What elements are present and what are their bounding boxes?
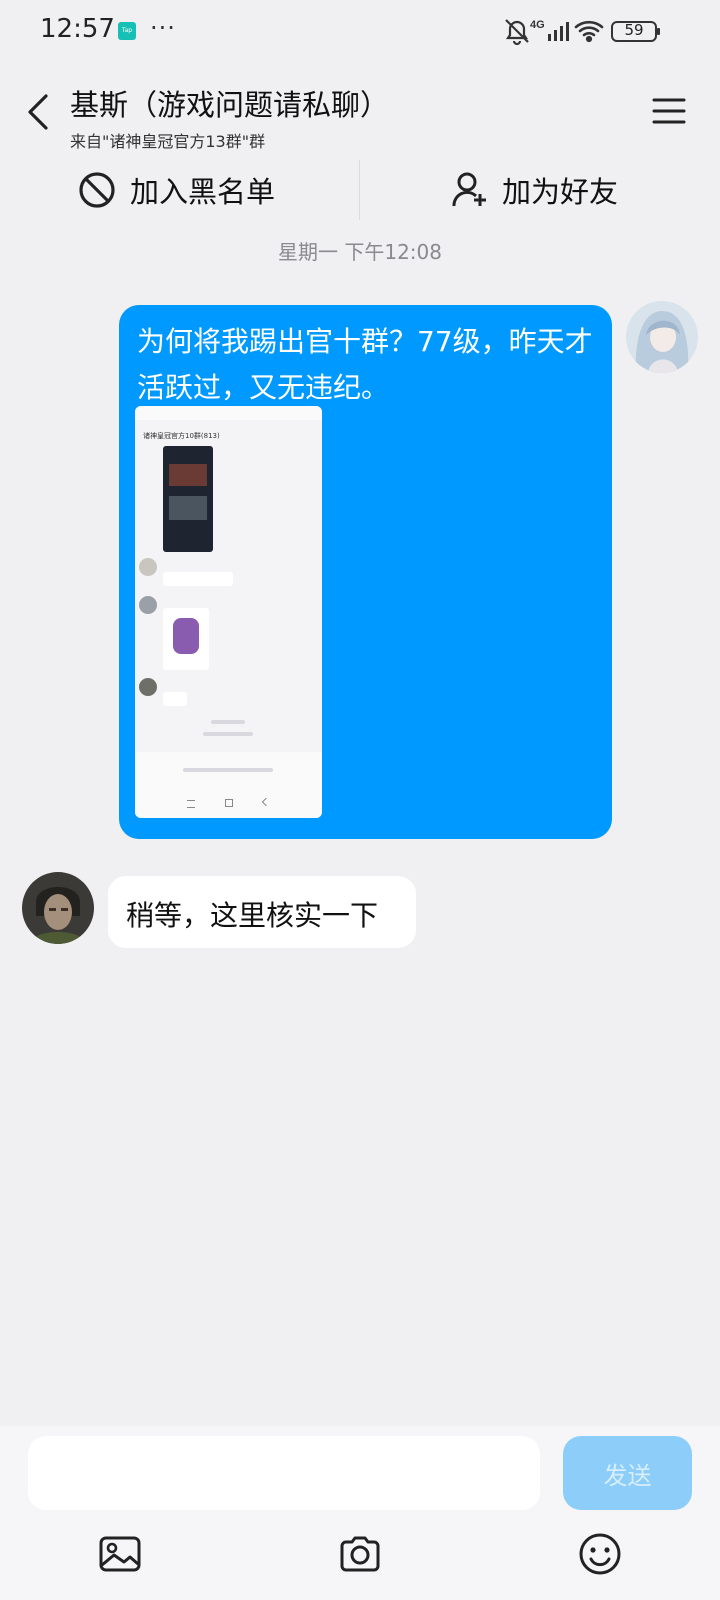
- more-notifications-icon: ···: [150, 14, 176, 42]
- image-icon[interactable]: [98, 1532, 142, 1576]
- divider: [359, 160, 360, 220]
- add-friend-button[interactable]: 加为好友: [452, 158, 618, 222]
- message-timestamp: 星期一 下午12:08: [278, 240, 442, 264]
- wifi-icon: [574, 20, 604, 43]
- menu-icon[interactable]: [652, 96, 686, 126]
- outgoing-message-text: 为何将我踢出官十群？77级，昨天才活跃过，又无违纪。: [137, 325, 593, 404]
- blacklist-label: 加入黑名单: [130, 175, 276, 209]
- back-icon[interactable]: [24, 92, 56, 132]
- action-bar: 加入黑名单 加为好友: [0, 158, 720, 222]
- emoji-icon[interactable]: [578, 1532, 622, 1576]
- camera-icon[interactable]: [338, 1532, 382, 1576]
- screenshot-title: 诸神皇冠官方10群(813): [143, 432, 220, 440]
- chat-subtitle: 来自"诸神皇冠官方13群"群: [70, 132, 266, 151]
- status-bar: 12:57 Tap ··· 4G 59: [0, 0, 720, 62]
- message-input[interactable]: [28, 1436, 540, 1510]
- block-icon: [79, 172, 115, 208]
- tap-app-icon: Tap: [118, 22, 136, 40]
- composer: 发送: [0, 1426, 720, 1600]
- my-avatar[interactable]: [626, 301, 698, 373]
- incoming-message-bubble[interactable]: 稍等，这里核实一下: [108, 876, 416, 948]
- add-user-icon: [452, 172, 486, 207]
- send-button[interactable]: 发送: [563, 1436, 692, 1510]
- chat-title: 基斯（游戏问题请私聊）: [70, 88, 390, 122]
- incoming-message-text: 稍等，这里核实一下: [126, 899, 379, 932]
- mute-bell-icon: [505, 19, 529, 46]
- battery-level: 59: [624, 21, 644, 39]
- signal-icon: 4G: [530, 19, 569, 41]
- status-icons: 4G 59: [504, 16, 674, 46]
- add-friend-label: 加为好友: [502, 175, 619, 209]
- add-to-blacklist-button[interactable]: 加入黑名单: [78, 158, 275, 222]
- contact-avatar[interactable]: [22, 872, 94, 944]
- outgoing-message-bubble[interactable]: 为何将我踢出官十群？77级，昨天才活跃过，又无违纪。 诸神皇冠官方10群(813…: [119, 305, 612, 839]
- status-time: 12:57: [40, 14, 115, 44]
- chat-header: 基斯（游戏问题请私聊） 来自"诸神皇冠官方13群"群: [0, 62, 720, 158]
- svg-text:4G: 4G: [530, 19, 545, 31]
- message-image-screenshot[interactable]: 诸神皇冠官方10群(813): [135, 406, 322, 818]
